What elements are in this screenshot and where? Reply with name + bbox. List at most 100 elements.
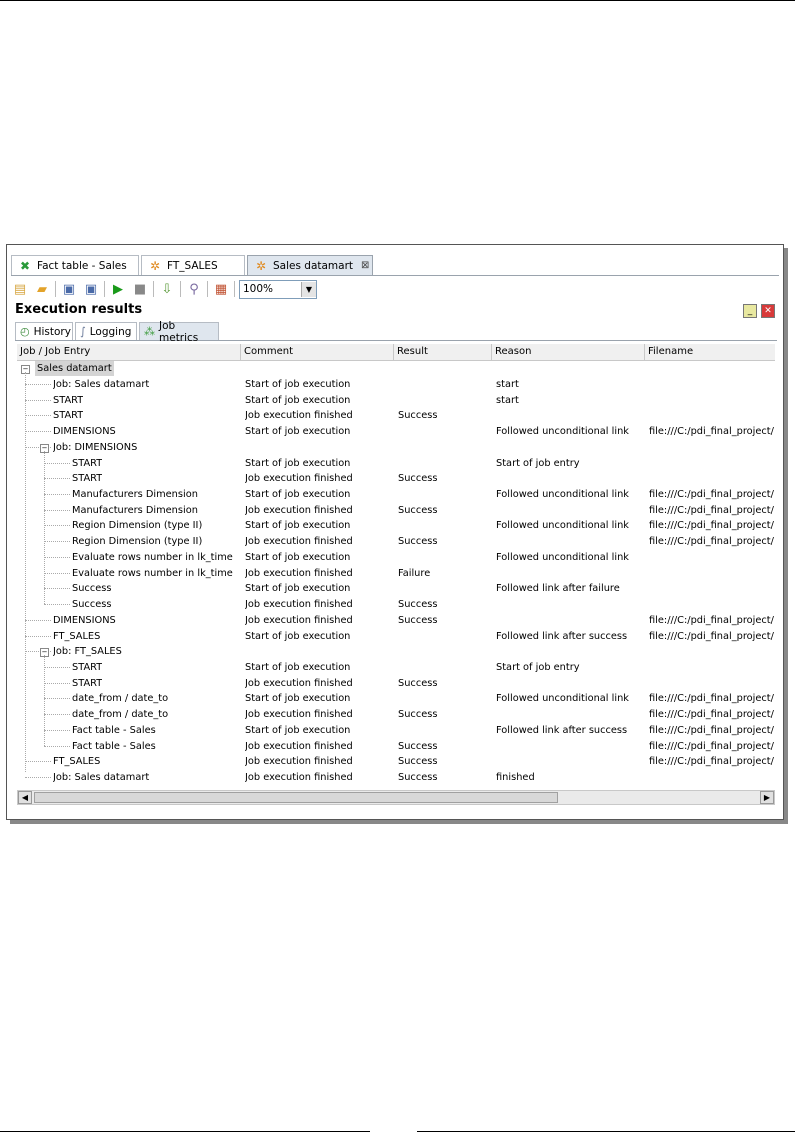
tree-connector [44,541,70,543]
table-row[interactable]: FT_SALES Job execution finished Success fil… [17,754,775,769]
table-row[interactable]: Evaluate rows number in lk_time Start of … [17,550,775,565]
table-row[interactable]: START Start of job execution Start of job … [17,660,775,675]
zoom-select[interactable]: 100% ▼ [239,279,317,299]
table-row[interactable]: FT_SALES Start of job execution Followed l… [17,629,775,644]
save-icon[interactable]: ▣ [60,280,78,298]
spoon-window: ✖ Fact table - Sales ✲ FT_SALES ✲ Sales … [6,244,784,820]
cell-entry: START [72,677,103,689]
column-header-filename[interactable]: Filename [645,344,775,360]
tab-history[interactable]: ◴ History [15,322,73,340]
tab-fact-table-sales[interactable]: ✖ Fact table - Sales [11,255,139,275]
verify-icon[interactable]: ⇩ [158,280,176,298]
stop-icon[interactable]: ■ [131,280,149,298]
impact-icon[interactable]: ⚲ [185,280,203,298]
job-icon: ✲ [149,258,161,273]
sql-icon[interactable]: ▦ [212,280,230,298]
cell-entry: Manufacturers Dimension [72,504,198,516]
cell-entry: START [53,410,84,422]
cell-entry: Evaluate rows number in lk_time [72,551,233,563]
cell-result: Success [398,740,438,752]
cell-entry: Manufacturers Dimension [72,489,198,501]
table-row[interactable]: Region Dimension (type II) Job execution … [17,534,775,549]
cell-filename: file:///C:/pdi_final_project/ [649,740,774,752]
tree-connector [44,556,70,558]
close-tab-icon[interactable]: ⊠ [361,260,369,271]
logging-icon: ∫ [80,325,86,338]
column-header-result[interactable]: Result [394,344,492,360]
tree-connector [44,494,70,496]
table-row[interactable]: DIMENSIONS Start of job execution Followed… [17,424,775,439]
close-icon[interactable]: ✕ [761,304,775,318]
table-row[interactable]: Manufacturers Dimension Start of job exec… [17,487,775,502]
scrollbar-thumb[interactable] [34,792,558,803]
table-row[interactable]: Success Job execution finished Success [17,597,775,612]
column-header-entry[interactable]: Job / Job Entry [17,344,241,360]
cell-result: Success [398,614,438,626]
tab-logging[interactable]: ∫ Logging [75,322,137,340]
scroll-left-icon[interactable]: ◀ [18,791,32,804]
scroll-right-icon[interactable]: ▶ [760,791,774,804]
table-row[interactable]: START Start of job execution start [17,393,775,408]
toolbar: ▤ ▰ ▣ ▣ ▶ ■ ⇩ ⚲ ▦ 100% ▼ [11,278,779,300]
cell-comment: Job execution finished [245,473,353,485]
save-as-icon[interactable]: ▣ [82,280,100,298]
cell-comment: Job execution finished [245,410,353,422]
cell-comment: Job execution finished [245,772,353,783]
cell-comment: Start of job execution [245,426,351,438]
column-header-comment[interactable]: Comment [241,344,394,360]
root-label: Sales datamart [35,361,114,376]
tab-sales-datamart[interactable]: ✲ Sales datamart ⊠ [247,255,373,275]
cell-filename: file:///C:/pdi_final_project/ [649,614,774,626]
tab-job-metrics[interactable]: ⁂ Job metrics [139,320,219,344]
table-row[interactable]: Job: Sales datamart Job execution finishe… [17,770,775,785]
cell-result: Success [398,473,438,485]
cell-reason: Followed link after success [496,724,628,736]
table-row[interactable]: Manufacturers Dimension Job execution fin… [17,503,775,518]
cell-filename: file:///C:/pdi_final_project/ [649,630,774,642]
new-file-icon[interactable]: ▤ [11,280,29,298]
table-row[interactable]: − Job: FT_SALES [17,644,775,659]
table-row[interactable]: Fact table - Sales Job execution finished… [17,739,775,754]
chevron-down-icon[interactable]: ▼ [301,281,316,297]
tab-ft-sales[interactable]: ✲ FT_SALES [141,255,245,275]
cell-reason: finished [496,772,535,783]
table-row[interactable]: − Job: DIMENSIONS [17,440,775,455]
table-row[interactable]: START Start of job execution Start of job … [17,456,775,471]
cell-entry: Region Dimension (type II) [72,536,203,548]
cell-entry: Success [72,583,112,595]
table-row[interactable]: START Job execution finished Success [17,676,775,691]
run-icon[interactable]: ▶ [109,280,127,298]
open-folder-icon[interactable]: ▰ [33,280,51,298]
cell-comment: Job execution finished [245,756,353,768]
table-row[interactable]: Evaluate rows number in lk_time Job execu… [17,566,775,581]
job-icon: ✲ [255,258,267,273]
table-row[interactable]: Fact table - Sales Start of job execution… [17,723,775,738]
table-row[interactable]: DIMENSIONS Job execution finished Success f… [17,613,775,628]
job-metrics-table: − Sales datamart Job: Sales datamart Star… [17,360,775,788]
cell-comment: Start of job execution [245,520,351,532]
tab-label: Logging [89,325,132,338]
cell-filename: file:///C:/pdi_final_project/ [649,709,774,721]
tree-connector [25,384,51,385]
cell-comment: Start of job execution [245,379,351,390]
table-row[interactable]: Job: Sales datamart Start of job executio… [17,377,775,392]
table-row[interactable]: START Job execution finished Success [17,471,775,486]
cell-result: Success [398,536,438,548]
table-row[interactable]: Success Start of job execution Followed li… [17,581,775,596]
tab-label: Job metrics [159,319,199,344]
table-row[interactable]: Region Dimension (type II) Start of job e… [17,518,775,533]
cell-result: Success [398,756,438,768]
table-row[interactable]: date_from / date_to Job execution finishe… [17,707,775,722]
cell-comment: Start of job execution [245,489,351,501]
column-header-reason[interactable]: Reason [492,344,645,360]
cell-entry: FT_SALES [53,630,101,642]
tree-connector [44,450,45,605]
table-row[interactable]: date_from / date_to Start of job executio… [17,691,775,706]
tree-root-row[interactable]: − Sales datamart [17,361,775,376]
tree-connector [44,729,70,731]
cell-filename: file:///C:/pdi_final_project/ [649,520,774,532]
tree-connector [25,431,51,433]
minimize-icon[interactable]: _ [743,304,757,318]
horizontal-scrollbar[interactable]: ◀ ▶ [17,790,775,805]
table-row[interactable]: START Job execution finished Success [17,408,775,423]
